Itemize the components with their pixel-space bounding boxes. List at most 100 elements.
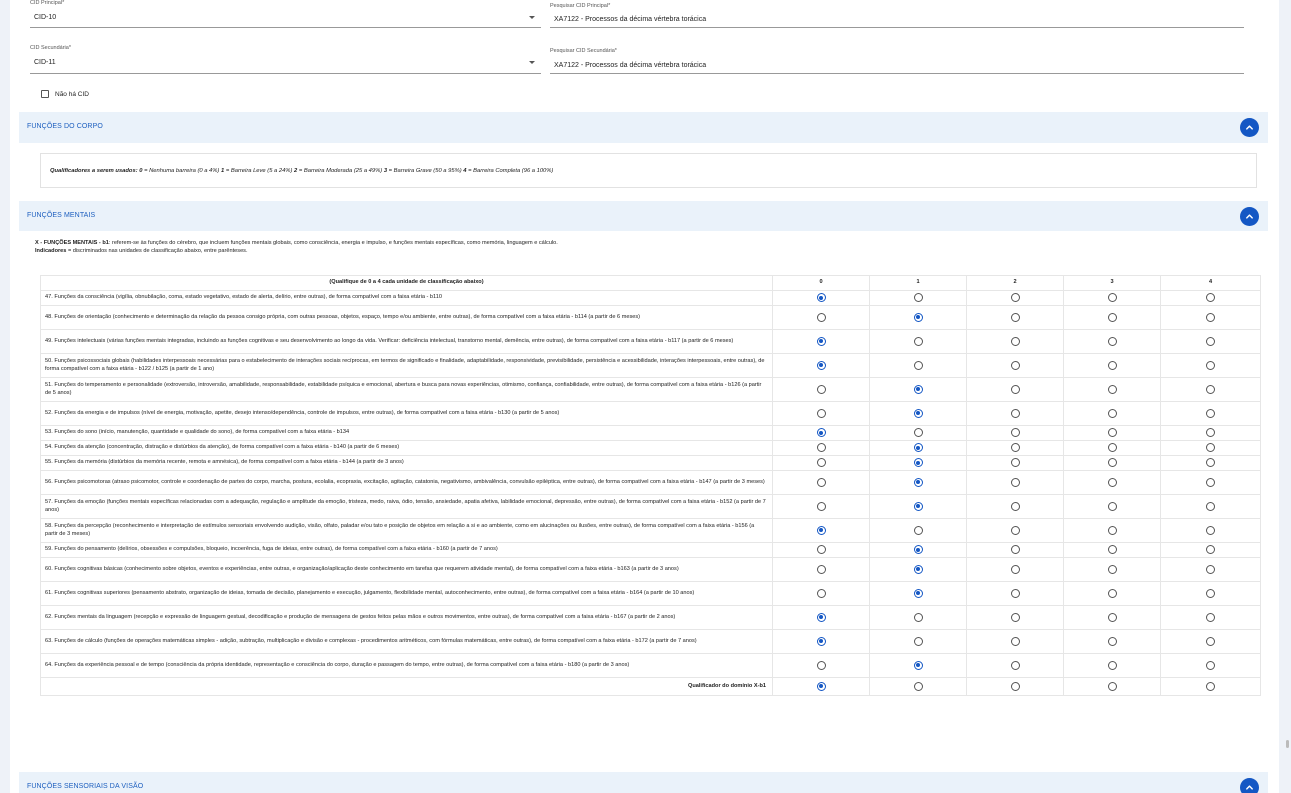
section-funcoes-sensoriais-visao[interactable]: FUNÇÕES SENSORIAIS DA VISÃO	[19, 772, 1268, 793]
qualifier-radio-4[interactable]	[1206, 443, 1215, 453]
qualifier-radio-1[interactable]	[913, 525, 923, 535]
qualifier-radio-0[interactable]	[816, 564, 826, 574]
qualifier-radio-3[interactable]	[1107, 408, 1117, 418]
qualifier-radio-0[interactable]	[816, 384, 826, 394]
qualifier-radio-2[interactable]	[1010, 408, 1020, 418]
qualifier-radio-3[interactable]	[1107, 458, 1117, 468]
domain-qualifier-radio-4[interactable]	[1206, 681, 1215, 691]
qualifier-radio-1[interactable]	[913, 545, 923, 555]
cid-secundaria-search-input[interactable]: Pesquisar CID Secundária* XA7122 - Proce…	[550, 48, 1244, 74]
qualifier-radio-1[interactable]	[913, 336, 923, 346]
qualifier-radio-1[interactable]	[913, 443, 923, 453]
qualifier-radio-3[interactable]	[1107, 525, 1117, 535]
qualifier-radio-2[interactable]	[1010, 458, 1020, 468]
qualifier-radio-4[interactable]	[1206, 636, 1215, 646]
qualifier-radio-0[interactable]	[816, 660, 826, 670]
collapse-visao-button[interactable]	[1240, 778, 1259, 793]
section-funcoes-do-corpo[interactable]: FUNÇÕES DO CORPO	[19, 112, 1268, 143]
qualifier-radio-4[interactable]	[1206, 458, 1215, 468]
cid-principal-select[interactable]: CID Principal* CID-10	[30, 0, 541, 28]
qualifier-radio-1[interactable]	[913, 660, 923, 670]
qualifier-radio-1[interactable]	[913, 477, 923, 487]
qualifier-radio-4[interactable]	[1206, 408, 1215, 418]
qualifier-radio-1[interactable]	[913, 458, 923, 468]
qualifier-radio-4[interactable]	[1206, 360, 1215, 370]
qualifier-radio-2[interactable]	[1010, 636, 1020, 646]
qualifier-radio-2[interactable]	[1010, 660, 1020, 670]
qualifier-radio-0[interactable]	[816, 545, 826, 555]
collapse-mentais-button[interactable]	[1240, 207, 1259, 226]
scrollbar-thumb[interactable]	[1286, 740, 1289, 748]
qualifier-radio-1[interactable]	[913, 588, 923, 598]
qualifier-radio-2[interactable]	[1010, 564, 1020, 574]
qualifier-radio-4[interactable]	[1206, 477, 1215, 487]
qualifier-radio-1[interactable]	[913, 408, 923, 418]
qualifier-radio-2[interactable]	[1010, 428, 1020, 438]
qualifier-radio-0[interactable]	[816, 525, 826, 535]
qualifier-radio-2[interactable]	[1010, 612, 1020, 622]
qualifier-radio-4[interactable]	[1206, 545, 1215, 555]
qualifier-radio-1[interactable]	[913, 612, 923, 622]
qualifier-radio-3[interactable]	[1107, 312, 1117, 322]
qualifier-radio-3[interactable]	[1107, 545, 1117, 555]
qualifier-radio-1[interactable]	[913, 360, 923, 370]
qualifier-radio-2[interactable]	[1010, 312, 1020, 322]
qualifier-radio-1[interactable]	[913, 312, 923, 322]
qualifier-radio-1[interactable]	[913, 384, 923, 394]
qualifier-radio-2[interactable]	[1010, 443, 1020, 453]
qualifier-radio-2[interactable]	[1010, 360, 1020, 370]
qualifier-radio-0[interactable]	[816, 458, 826, 468]
qualifier-radio-3[interactable]	[1107, 477, 1117, 487]
domain-qualifier-radio-2[interactable]	[1010, 681, 1020, 691]
qualifier-radio-4[interactable]	[1206, 384, 1215, 394]
qualifier-radio-3[interactable]	[1107, 660, 1117, 670]
qualifier-radio-0[interactable]	[816, 428, 826, 438]
qualifier-radio-3[interactable]	[1107, 564, 1117, 574]
qualifier-radio-3[interactable]	[1107, 501, 1117, 511]
qualifier-radio-0[interactable]	[816, 360, 826, 370]
qualifier-radio-0[interactable]	[816, 336, 826, 346]
qualifier-radio-1[interactable]	[913, 501, 923, 511]
qualifier-radio-2[interactable]	[1010, 477, 1020, 487]
qualifier-radio-0[interactable]	[816, 312, 826, 322]
qualifier-radio-4[interactable]	[1206, 612, 1215, 622]
qualifier-radio-0[interactable]	[816, 636, 826, 646]
qualifier-radio-1[interactable]	[913, 564, 923, 574]
collapse-corpo-button[interactable]	[1240, 118, 1259, 137]
qualifier-radio-4[interactable]	[1206, 564, 1215, 574]
qualifier-radio-0[interactable]	[816, 477, 826, 487]
qualifier-radio-4[interactable]	[1206, 660, 1215, 670]
qualifier-radio-2[interactable]	[1010, 384, 1020, 394]
qualifier-radio-0[interactable]	[816, 501, 826, 511]
qualifier-radio-2[interactable]	[1010, 336, 1020, 346]
qualifier-radio-2[interactable]	[1010, 293, 1020, 303]
qualifier-radio-2[interactable]	[1010, 525, 1020, 535]
qualifier-radio-4[interactable]	[1206, 428, 1215, 438]
qualifier-radio-4[interactable]	[1206, 588, 1215, 598]
cid-principal-search-input[interactable]: Pesquisar CID Principal* XA7122 - Proces…	[550, 3, 1244, 28]
qualifier-radio-4[interactable]	[1206, 336, 1215, 346]
section-funcoes-mentais[interactable]: FUNÇÕES MENTAIS	[19, 201, 1268, 231]
qualifier-radio-0[interactable]	[816, 588, 826, 598]
qualifier-radio-0[interactable]	[816, 293, 826, 303]
qualifier-radio-3[interactable]	[1107, 384, 1117, 394]
qualifier-radio-1[interactable]	[913, 293, 923, 303]
no-cid-checkbox-row[interactable]: Não há CID	[41, 90, 89, 98]
qualifier-radio-3[interactable]	[1107, 336, 1117, 346]
domain-qualifier-radio-1[interactable]	[913, 681, 923, 691]
qualifier-radio-4[interactable]	[1206, 501, 1215, 511]
qualifier-radio-4[interactable]	[1206, 293, 1215, 303]
qualifier-radio-0[interactable]	[816, 612, 826, 622]
qualifier-radio-3[interactable]	[1107, 612, 1117, 622]
qualifier-radio-3[interactable]	[1107, 636, 1117, 646]
qualifier-radio-2[interactable]	[1010, 501, 1020, 511]
domain-qualifier-radio-3[interactable]	[1107, 681, 1117, 691]
qualifier-radio-3[interactable]	[1107, 293, 1117, 303]
cid-secundaria-select[interactable]: CID Secundária* CID-11	[30, 45, 541, 74]
qualifier-radio-0[interactable]	[816, 443, 826, 453]
qualifier-radio-3[interactable]	[1107, 443, 1117, 453]
qualifier-radio-4[interactable]	[1206, 312, 1215, 322]
qualifier-radio-2[interactable]	[1010, 545, 1020, 555]
domain-qualifier-radio-0[interactable]	[816, 681, 826, 691]
qualifier-radio-0[interactable]	[816, 408, 826, 418]
